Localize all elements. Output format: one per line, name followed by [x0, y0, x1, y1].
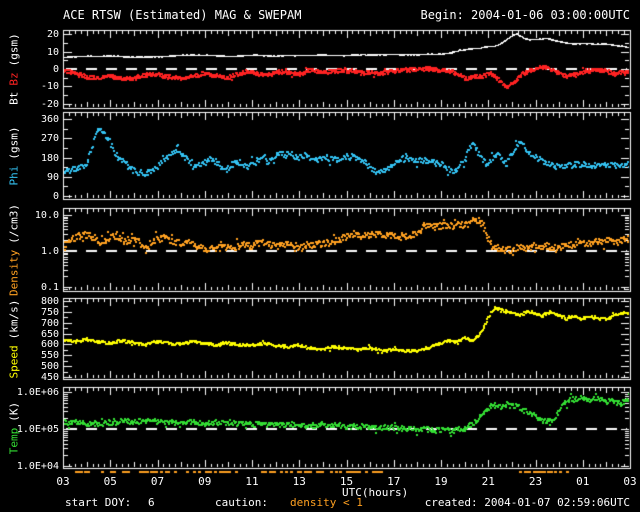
caution-value: density < 1 — [290, 496, 363, 509]
y-axis-label-part: (km/s) — [7, 299, 21, 339]
y-tick-label: 750 — [40, 306, 59, 318]
y-axis-label-density: Density (/cm3) — [8, 200, 21, 298]
x-tick-label: 13 — [292, 475, 306, 488]
y-tick-label: 10.0 — [34, 209, 59, 221]
begin-timestamp: Begin: 2004-01-06 03:00:00UTC — [420, 8, 630, 22]
x-tick-label: 21 — [481, 475, 495, 488]
y-axis-label-part: Density — [7, 249, 21, 296]
y-tick-label: 270 — [40, 133, 59, 145]
caution-label: caution: — [215, 496, 268, 509]
start-doy-value: 6 — [148, 496, 155, 509]
y-tick-label: 1.0E+06 — [16, 386, 59, 398]
x-tick-label: 07 — [150, 475, 165, 488]
y-tick-label: 1.0E+05 — [16, 423, 59, 435]
y-tick-label: 450 — [40, 372, 59, 384]
x-tick-label: 23 — [528, 475, 543, 488]
y-tick-label: 600 — [40, 339, 59, 351]
x-tick-label: 03 — [623, 475, 637, 488]
y-tick-label: 0.1 — [40, 282, 59, 294]
y-tick-label: 800 — [40, 296, 59, 308]
ace-rtsw-chart: ACE RTSW (Estimated) MAG & SWEPAM Begin:… — [0, 0, 640, 512]
start-doy-label: start DOY: — [65, 496, 132, 509]
y-axis-label-part: (K) — [7, 401, 21, 422]
x-tick-label: 03 — [56, 475, 70, 488]
y-tick-label: 1.0 — [40, 245, 59, 257]
y-tick-label: 0 — [52, 191, 59, 202]
created-timestamp: created: 2004-01-07 02:59:06UTC — [424, 496, 630, 509]
y-axis-label-phi: Phi (gsm) — [8, 123, 21, 188]
y-tick-label: 180 — [40, 152, 59, 164]
y-axis-label-part: (/cm3) — [7, 203, 21, 244]
y-tick-label: 500 — [40, 361, 59, 373]
y-tick-label: 1.0E+04 — [16, 461, 59, 472]
y-axis-label-part: Phi — [7, 165, 21, 185]
chart-canvas — [0, 0, 640, 512]
y-tick-label: 650 — [40, 328, 59, 340]
y-axis-label-part: Bt — [7, 91, 21, 105]
y-axis-label-part: (gsm) — [7, 33, 21, 67]
y-tick-label: 10 — [46, 46, 59, 58]
y-tick-label: -20 — [40, 98, 59, 110]
y-tick-label: 360 — [40, 114, 59, 126]
y-axis-label-speed: Speed (km/s) — [8, 296, 21, 381]
y-tick-label: 700 — [40, 317, 59, 329]
x-tick-label: 19 — [434, 475, 448, 488]
y-tick-label: -10 — [40, 81, 59, 93]
x-tick-label: 09 — [198, 475, 212, 488]
y-axis-label-mag: Bt Bz (gsm) — [8, 30, 21, 108]
y-axis-label-part: (gsm) — [7, 126, 21, 160]
x-tick-label: 11 — [245, 475, 259, 488]
y-axis-label-part: Speed — [7, 344, 21, 378]
y-tick-label: 20 — [46, 29, 59, 41]
y-tick-label: 550 — [40, 350, 59, 362]
x-tick-label: 01 — [576, 475, 590, 488]
x-tick-label: 05 — [103, 475, 117, 488]
y-tick-label: 90 — [46, 171, 59, 183]
page-title: ACE RTSW (Estimated) MAG & SWEPAM — [63, 8, 302, 22]
y-tick-label: 0 — [52, 64, 59, 75]
y-axis-label-part: Bz — [7, 72, 21, 86]
